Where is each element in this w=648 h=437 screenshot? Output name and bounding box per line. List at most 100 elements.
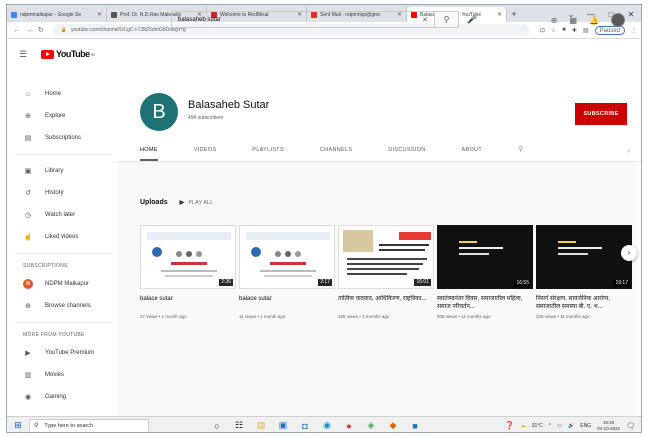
close-tab-icon[interactable]: ✕ bbox=[97, 11, 102, 18]
chevron-right-icon[interactable]: › bbox=[627, 146, 630, 155]
sidebar-item-label: Library bbox=[45, 168, 64, 174]
sidebar: ⌂ Home ⊕ Explore ▤ Subscriptions ▣ Library ↺… bbox=[7, 83, 117, 432]
uploads-title[interactable]: Uploads bbox=[140, 199, 168, 206]
video-duration: 19:17 bbox=[613, 280, 630, 287]
account-avatar[interactable] bbox=[611, 13, 625, 27]
clear-search-icon[interactable]: ✕ bbox=[422, 16, 428, 24]
play-all-label: PLAY ALL bbox=[188, 200, 214, 206]
close-tab-icon[interactable]: ✕ bbox=[497, 11, 502, 18]
search-icon: ⚲ bbox=[443, 15, 450, 24]
extension-icon[interactable]: ■ bbox=[562, 27, 566, 33]
apps-grid-icon[interactable]: ▦ bbox=[569, 16, 577, 25]
sidebar-item-home[interactable]: ⌂ Home bbox=[7, 83, 117, 105]
sidebar-item-browse-channels[interactable]: ⊕ Browse channels bbox=[7, 295, 117, 317]
channel-search-icon[interactable]: ⚲ bbox=[518, 139, 523, 161]
network-icon[interactable]: ▭ bbox=[557, 423, 562, 429]
notifications-bell-icon[interactable]: 🔔 bbox=[589, 16, 599, 25]
tab-playlists[interactable]: PLAYLISTS bbox=[252, 139, 284, 161]
video-thumbnail[interactable]: 2:17 bbox=[239, 225, 335, 289]
opera-icon[interactable]: ● bbox=[343, 421, 355, 431]
task-view-icon[interactable]: ☷ bbox=[233, 420, 245, 431]
chrome-icon[interactable]: ◈ bbox=[365, 420, 377, 431]
sidebar-item-explore[interactable]: ⊕ Explore bbox=[7, 105, 117, 127]
tray-chevron-icon[interactable]: ^ bbox=[549, 423, 551, 429]
sidebar-item-youtube-premium[interactable]: ▶ YouTube Premium bbox=[7, 342, 117, 364]
search-button[interactable]: ⚲ bbox=[435, 11, 459, 28]
video-title[interactable]: तात्विक वादवाद, आधिकिरण, राष्ट्रविका... bbox=[338, 295, 434, 311]
video-title[interactable]: balace sutar bbox=[140, 295, 236, 311]
forward-icon[interactable]: → bbox=[23, 27, 35, 34]
app-icon[interactable]: ■ bbox=[409, 421, 421, 431]
translate-icon[interactable]: ⊡ bbox=[540, 27, 545, 34]
channel-avatar[interactable]: B bbox=[140, 93, 178, 131]
microphone-icon[interactable]: 🎤 bbox=[467, 15, 477, 24]
tab-channels[interactable]: CHANNELS bbox=[320, 139, 352, 161]
language-indicator[interactable]: ENG bbox=[580, 423, 591, 429]
firefox-icon[interactable]: ◆ bbox=[387, 420, 399, 431]
sidebar-item-subscriptions[interactable]: ▤ Subscriptions bbox=[7, 127, 117, 149]
sidebar-item-label: Liked videos bbox=[45, 234, 79, 240]
sidebar-item-liked-videos[interactable]: ☝ Liked videos bbox=[7, 226, 117, 248]
weather-icon[interactable]: ☁ bbox=[521, 423, 526, 429]
video-title[interactable]: निसर्ग संरक्षण, सावर्जनिक आरोग्य, समाजात… bbox=[536, 295, 632, 311]
reading-list-icon[interactable]: ▤ bbox=[583, 27, 589, 34]
youtube-logo[interactable]: YouTube IN bbox=[41, 49, 95, 59]
puzzle-icon[interactable]: ✚ bbox=[572, 27, 577, 34]
store-icon[interactable]: ▣ bbox=[277, 420, 289, 431]
video-title[interactable]: balace sutar bbox=[239, 295, 335, 311]
play-all-button[interactable]: ▶ PLAY ALL bbox=[180, 199, 214, 206]
tab-videos[interactable]: VIDEOS bbox=[194, 139, 217, 161]
create-video-icon[interactable]: ⊕ bbox=[551, 16, 558, 25]
video-card[interactable]: 2:36 balace sutar 27 views • 1 month ago bbox=[140, 225, 236, 319]
sidebar-item-label: Browse channels bbox=[45, 303, 91, 309]
sidebar-item-gaming[interactable]: ◉ Gaming bbox=[7, 386, 117, 408]
new-tab-button[interactable]: + bbox=[507, 7, 521, 22]
notifications-icon[interactable]: 🗨 bbox=[626, 422, 635, 430]
video-card[interactable]: 16:55 स्वातंत्र्यानंतर दिवस, समाजातील मह… bbox=[437, 225, 533, 319]
sidebar-item-label: Gaming bbox=[45, 394, 67, 400]
google-favicon-icon bbox=[11, 11, 17, 18]
mail-icon[interactable]: ◘ bbox=[299, 421, 311, 431]
sidebar-item-watch-later[interactable]: ◷ Watch later bbox=[7, 204, 117, 226]
browser-tab-1[interactable]: ndpmmalkapur - Google Se ✕ bbox=[7, 7, 107, 22]
sidebar-item-ndpm-malkapur[interactable]: N NDPM Malkapur bbox=[7, 273, 117, 295]
menu-dots-icon[interactable]: ⋮ bbox=[631, 27, 637, 34]
search-input[interactable]: balasaheb sutar ✕ bbox=[171, 11, 435, 28]
weather-temp[interactable]: 31°C bbox=[532, 423, 543, 429]
reload-icon[interactable]: ↻ bbox=[35, 26, 47, 34]
clock-date: 04-10-2021 bbox=[597, 425, 621, 431]
windows-start-icon[interactable]: ⊞ bbox=[7, 420, 29, 431]
tab-about[interactable]: ABOUT bbox=[462, 139, 482, 161]
video-card[interactable]: 19:17 निसर्ग संरक्षण, सावर्जनिक आरोग्य, … bbox=[536, 225, 632, 319]
edge-icon[interactable]: ◉ bbox=[321, 420, 333, 431]
hamburger-menu-icon[interactable]: ☰ bbox=[19, 49, 29, 60]
video-thumbnail[interactable]: 16:55 bbox=[437, 225, 533, 289]
sidebar-item-history[interactable]: ↺ History bbox=[7, 182, 117, 204]
tab-discussion[interactable]: DISCUSSION bbox=[388, 139, 425, 161]
file-explorer-icon[interactable]: ▤ bbox=[255, 420, 267, 431]
lock-icon: 🔒 bbox=[60, 27, 67, 33]
cortana-icon[interactable]: ○ bbox=[211, 421, 223, 431]
sidebar-item-library[interactable]: ▣ Library bbox=[7, 160, 117, 182]
video-thumbnail[interactable]: 19:17 bbox=[536, 225, 632, 289]
subscribe-button[interactable]: SUBSCRIBE bbox=[575, 103, 627, 125]
video-thumbnail[interactable]: 16:01 bbox=[338, 225, 434, 289]
volume-icon[interactable]: 🔊 bbox=[568, 423, 574, 429]
taskbar-clock[interactable]: 15:26 04-10-2021 bbox=[597, 420, 620, 432]
video-thumbnail[interactable]: 2:36 bbox=[140, 225, 236, 289]
video-card[interactable]: 16:01 तात्विक वादवाद, आधिकिरण, राष्ट्रवि… bbox=[338, 225, 434, 319]
star-icon[interactable]: ☆ bbox=[551, 27, 556, 34]
subscriber-count: 494 subscribers bbox=[188, 115, 224, 121]
sidebar-item-movies[interactable]: ▥ Movies bbox=[7, 364, 117, 386]
video-card[interactable]: 2:17 balace sutar 11 views • 1 month ago bbox=[239, 225, 335, 319]
help-icon[interactable]: ❓ bbox=[505, 421, 515, 430]
sidebar-divider bbox=[15, 253, 109, 254]
video-title[interactable]: स्वातंत्र्यानंतर दिवस, समाजातील महिला, स… bbox=[437, 295, 533, 311]
taskbar-search-input[interactable]: ⚲ Type here to search bbox=[29, 418, 149, 432]
back-icon[interactable]: ← bbox=[11, 27, 23, 34]
tab-home[interactable]: HOME bbox=[140, 139, 158, 161]
logo-region: IN bbox=[90, 51, 95, 57]
shelf-next-arrow-icon[interactable]: › bbox=[621, 245, 637, 261]
youtube-play-icon bbox=[41, 49, 54, 59]
video-duration: 2:36 bbox=[219, 279, 233, 286]
